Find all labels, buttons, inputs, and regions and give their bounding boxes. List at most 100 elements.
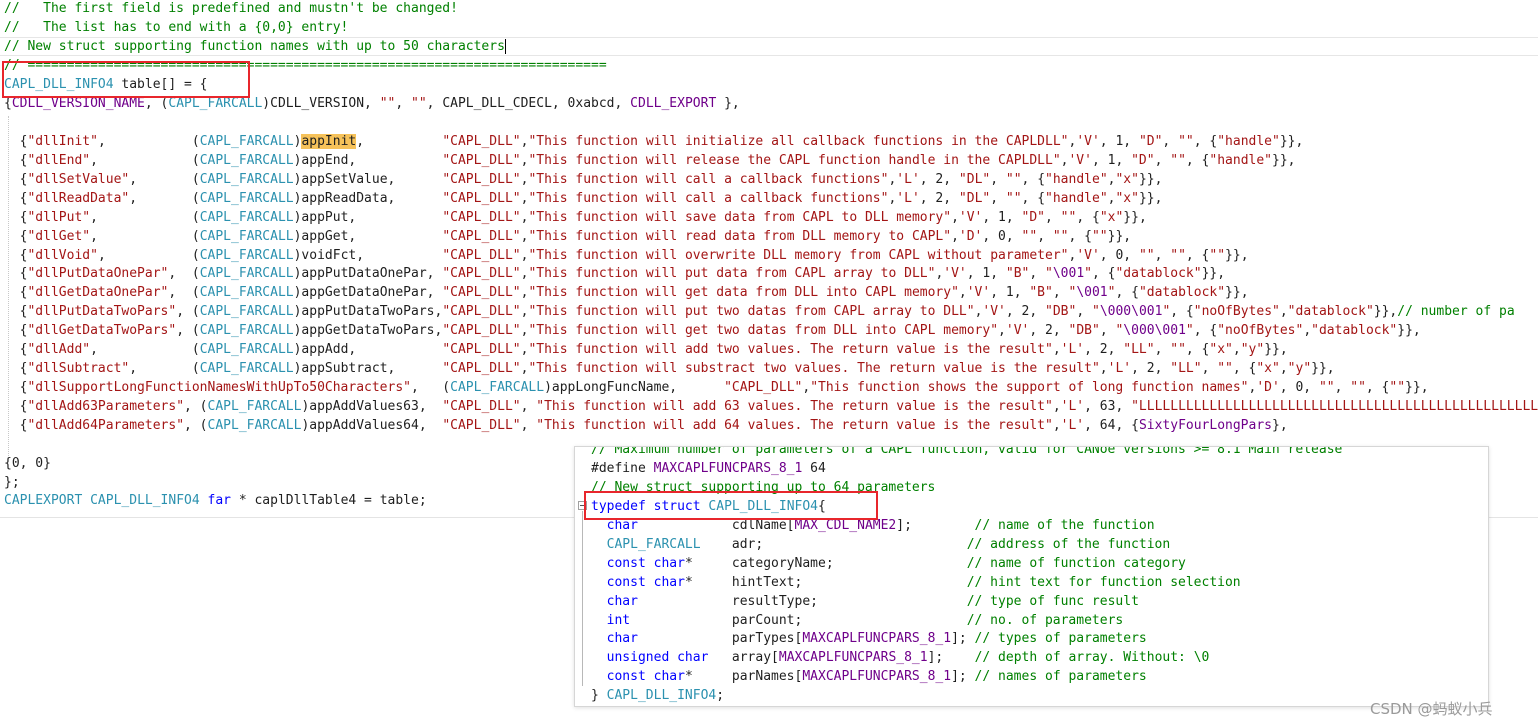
code-line[interactable]: {"dllSubtract", (CAPL_FARCALL)appSubtrac… xyxy=(4,359,1335,378)
code-token: "CAPL_DLL" xyxy=(442,191,521,206)
struct-code-line[interactable]: char resultType; // type of func result xyxy=(591,592,1139,611)
code-token: , 2, xyxy=(919,172,959,187)
code-token: "dllAdd63Parameters" xyxy=(27,399,185,414)
code-token: CAPL_FARCALL xyxy=(606,537,701,552)
code-line[interactable]: {"dllAdd64Parameters", (CAPL_FARCALL)app… xyxy=(4,416,1288,435)
code-line[interactable]: {"dllAdd", (CAPL_FARCALL)appAdd, "CAPL_D… xyxy=(4,340,1288,359)
code-token: CAPL_FARCALL xyxy=(199,266,294,281)
code-line[interactable]: {0, 0} xyxy=(4,454,51,473)
code-token: "dllPut" xyxy=(27,210,91,225)
code-line[interactable]: {"dllPutDataTwoPars", (CAPL_FARCALL)appP… xyxy=(4,302,1515,321)
code-token: "This function will add 64 values. The r… xyxy=(536,418,1053,433)
code-token: 'D' xyxy=(1256,380,1280,395)
code-token: , xyxy=(520,399,537,414)
struct-code-line[interactable]: const char* categoryName; // name of fun… xyxy=(591,554,1186,573)
code-token: " xyxy=(1045,266,1053,281)
code-line[interactable]: }; xyxy=(4,473,20,492)
code-token: , { xyxy=(1193,323,1218,338)
code-line[interactable]: {"dllVoid", (CAPL_FARCALL)voidFct, "CAPL… xyxy=(4,246,1249,265)
code-token: "dllGetDataTwoPars" xyxy=(27,323,177,338)
code-token: "datablock" xyxy=(1287,304,1374,319)
struct-code-line[interactable]: // Maximum number of parameters of a CAP… xyxy=(591,446,1343,459)
code-line[interactable]: {"dllEnd", (CAPL_FARCALL)appEnd, "CAPL_D… xyxy=(4,151,1296,170)
code-token: , { xyxy=(1185,342,1210,357)
code-token: 'V' xyxy=(1076,134,1100,149)
code-token: , 1, xyxy=(990,285,1030,300)
code-token: * parNames[ xyxy=(684,669,803,684)
main-code-editor[interactable]: // The first field is predefined and mus… xyxy=(0,0,1538,518)
code-line[interactable]: {"dllSetValue", (CAPL_FARCALL)appSetValu… xyxy=(4,170,1163,189)
code-token: , ( xyxy=(97,134,200,149)
code-token: , 1, xyxy=(1091,153,1132,168)
code-token: , xyxy=(1334,380,1351,395)
code-line[interactable]: CAPLEXPORT CAPL_DLL_INFO4 far * caplDllT… xyxy=(4,491,427,510)
code-token: "dllVoid" xyxy=(27,248,98,263)
code-token: "This function shows the support of long… xyxy=(810,380,1249,395)
code-token: "x" xyxy=(1099,210,1124,225)
code-token: * hintText; xyxy=(684,575,967,590)
code-token: "D" xyxy=(1021,210,1046,225)
code-token: { xyxy=(4,229,28,244)
code-token: const xyxy=(606,556,646,571)
struct-code-line[interactable]: } CAPL_DLL_INFO4; xyxy=(591,686,724,705)
struct-code-line[interactable]: unsigned char array[MAXCAPLFUNCPARS_8_1]… xyxy=(591,648,1210,667)
code-token: "This function will get data from DLL in… xyxy=(528,285,959,300)
code-token: "handle" xyxy=(1209,153,1273,168)
code-token: // Maximum number of parameters of a CAP… xyxy=(591,446,1343,457)
struct-code-line[interactable]: #define MAXCAPLFUNCPARS_8_1 64 xyxy=(591,459,826,478)
code-token: "dllSupportLongFunctionNamesWithUpTo50Ch… xyxy=(27,380,411,395)
code-token: , xyxy=(1052,418,1061,433)
struct-code-line[interactable]: int parCount; // no. of parameters xyxy=(591,611,1124,630)
code-token: "DB" xyxy=(1045,304,1077,319)
code-token: "D" xyxy=(1138,134,1163,149)
code-line[interactable]: // The list has to end with a {0,0} entr… xyxy=(4,18,348,37)
code-line[interactable]: {"dllGet", (CAPL_FARCALL)appGet, "CAPL_D… xyxy=(4,227,1131,246)
code-token: }}, xyxy=(1138,172,1163,187)
code-token: " xyxy=(1185,323,1194,338)
code-line[interactable]: {"dllInit", (CAPL_FARCALL)appInit, "CAPL… xyxy=(4,132,1303,151)
struct-definition-snippet[interactable]: // Maximum number of parameters of a CAP… xyxy=(574,446,1489,707)
code-line[interactable]: {"dllPut", (CAPL_FARCALL)appPut, "CAPL_D… xyxy=(4,208,1147,227)
code-line[interactable]: {"dllSupportLongFunctionNamesWithUpTo50C… xyxy=(4,378,1429,397)
code-token: CAPL_FARCALL xyxy=(199,342,294,357)
code-token: CAPLEXPORT xyxy=(4,493,83,508)
code-token: // types of parameters xyxy=(974,631,1147,646)
code-line[interactable]: {"dllReadData", (CAPL_FARCALL)appReadDat… xyxy=(4,189,1163,208)
code-token: 'V' xyxy=(958,210,983,225)
code-line[interactable]: // New struct supporting function names … xyxy=(4,37,506,56)
code-token: "noOfBytes" xyxy=(1217,323,1304,338)
code-token: { xyxy=(4,399,28,414)
code-token: "DL" xyxy=(958,172,991,187)
struct-code-line[interactable]: char parTypes[MAXCAPLFUNCPARS_8_1]; // t… xyxy=(591,629,1147,648)
code-token: \001 xyxy=(1076,285,1108,300)
struct-code-line[interactable]: const char* hintText; // hint text for f… xyxy=(591,573,1241,592)
code-token: , ( xyxy=(144,96,169,111)
code-token: "dllGet" xyxy=(27,229,91,244)
code-line[interactable]: {"dllGetDataOnePar", (CAPL_FARCALL)appGe… xyxy=(4,283,1249,302)
code-line[interactable]: {"dllPutDataOnePar", (CAPL_FARCALL)appPu… xyxy=(4,264,1225,283)
code-token: "handle" xyxy=(1045,172,1108,187)
code-token: CAPL_FARCALL xyxy=(199,172,294,187)
code-token: "x" xyxy=(1209,342,1233,357)
code-token: , ( xyxy=(90,229,200,244)
code-line[interactable]: {"dllAdd63Parameters", (CAPL_FARCALL)app… xyxy=(4,397,1538,416)
code-token: "" xyxy=(1217,361,1233,376)
code-line[interactable]: {"dllGetDataTwoPars", (CAPL_FARCALL)appG… xyxy=(4,321,1421,340)
code-token: }}, xyxy=(1405,380,1429,395)
struct-code-line[interactable]: const char* parNames[MAXCAPLFUNCPARS_8_1… xyxy=(591,667,1147,686)
code-token: , xyxy=(990,191,1006,206)
code-line[interactable]: // The first field is predefined and mus… xyxy=(4,0,458,18)
code-token: "dllSetValue" xyxy=(27,172,130,187)
code-token: , ( xyxy=(90,153,200,168)
code-token: , xyxy=(1037,229,1053,244)
code-token: , { xyxy=(1232,361,1257,376)
code-token: , ( xyxy=(97,248,200,263)
struct-code-line[interactable]: CAPL_FARCALL adr; // address of the func… xyxy=(591,535,1171,554)
code-token: adr; xyxy=(700,537,967,552)
code-token: , xyxy=(356,134,443,149)
code-token: {0, 0} xyxy=(4,456,51,471)
